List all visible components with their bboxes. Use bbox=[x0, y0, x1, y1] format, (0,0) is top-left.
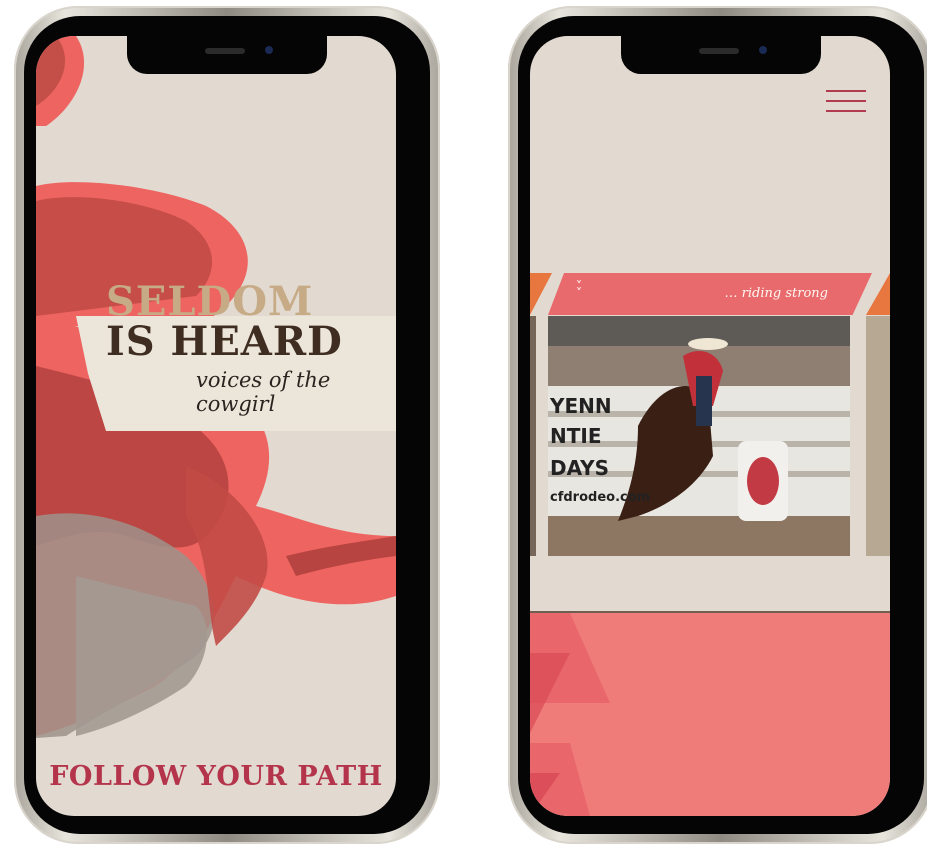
phone-notch bbox=[127, 36, 327, 74]
hamburger-icon[interactable] bbox=[826, 90, 866, 114]
camera-icon bbox=[759, 46, 767, 54]
photo-sign-line2: NTIE bbox=[550, 424, 602, 448]
photo-sign-line1: YENN bbox=[550, 394, 612, 418]
banner-left-tab bbox=[530, 273, 552, 315]
banner-caption: … riding strong bbox=[724, 286, 828, 301]
previous-photo-peek[interactable] bbox=[530, 316, 536, 556]
title-line2: IS HEARD bbox=[106, 318, 343, 365]
photo-sign-line4: cfdrodeo.com bbox=[550, 490, 651, 505]
triangle-pattern bbox=[530, 613, 610, 816]
banner-right-tab bbox=[866, 273, 890, 315]
phone-left: SELDOM IS HEARD voices of the cowgirl FO… bbox=[14, 6, 440, 844]
follow-your-path-button[interactable]: FOLLOW YOUR PATH bbox=[36, 761, 396, 792]
bottom-panel bbox=[530, 613, 890, 816]
photo-sign-line3: DAYS bbox=[550, 456, 610, 480]
rodeo-photo[interactable]: YENN NTIE DAYS cfdrodeo.com bbox=[548, 316, 850, 556]
subtitle: voices of the cowgirl bbox=[196, 368, 331, 416]
phone-notch bbox=[621, 36, 821, 74]
story-screen: ˅ ˅ … riding strong YENN NTIE DAYS cfdro… bbox=[530, 36, 890, 816]
phone-right: ˅ ˅ … riding strong YENN NTIE DAYS cfdro… bbox=[508, 6, 927, 844]
speaker-grille bbox=[205, 48, 245, 54]
home-screen: SELDOM IS HEARD voices of the cowgirl FO… bbox=[36, 36, 396, 816]
camera-icon bbox=[265, 46, 273, 54]
double-chevron-down-icon[interactable]: ˅ ˅ bbox=[576, 280, 582, 299]
title-line1: SELDOM bbox=[106, 278, 314, 325]
speaker-grille bbox=[699, 48, 739, 54]
next-photo-peek[interactable] bbox=[866, 316, 890, 556]
